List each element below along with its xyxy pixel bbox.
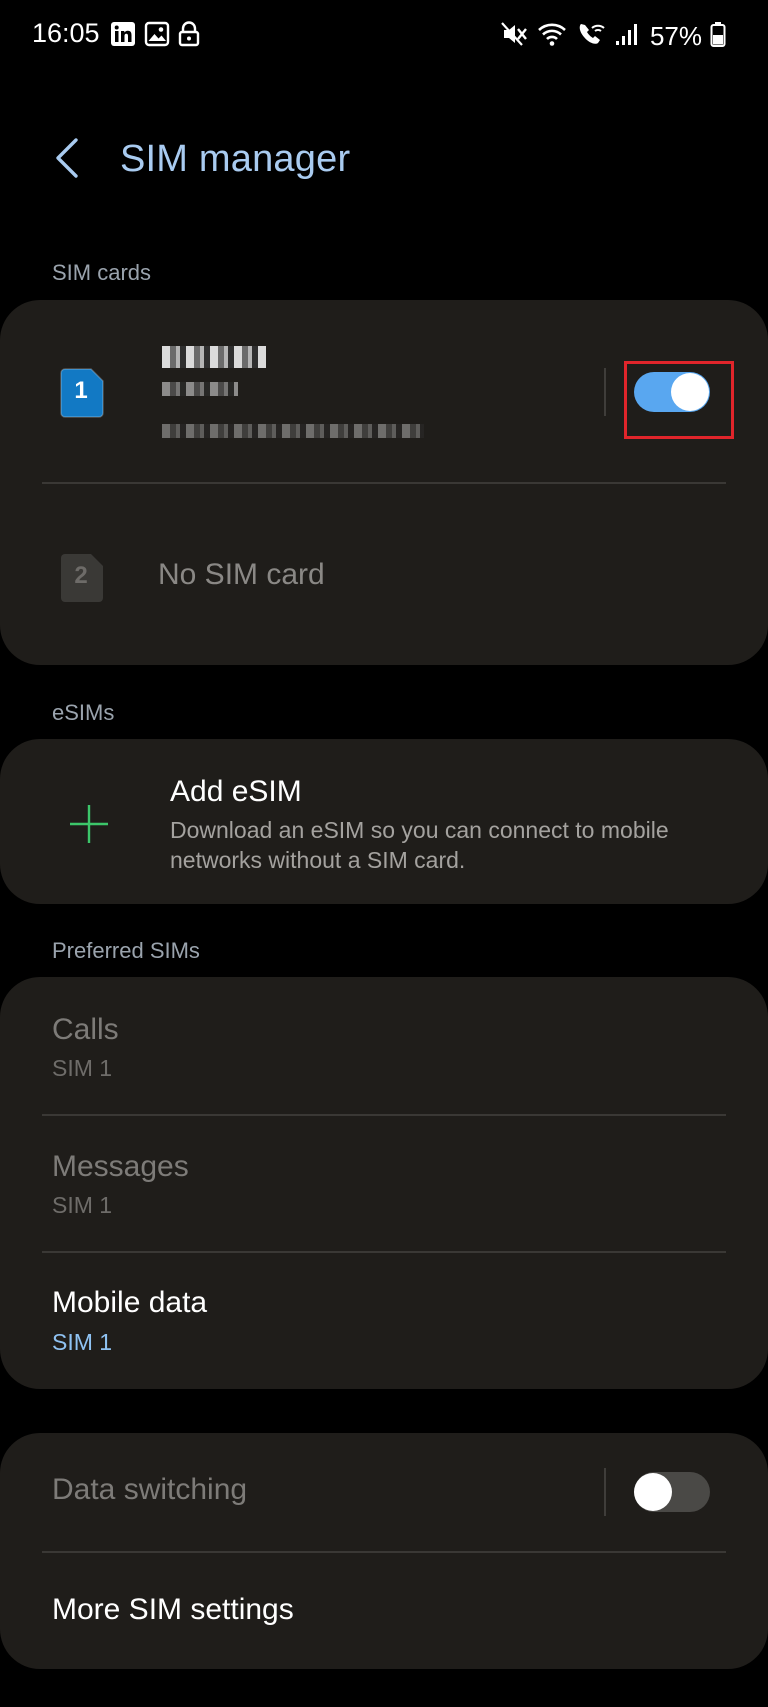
gallery-icon bbox=[144, 21, 170, 52]
signal-icon bbox=[614, 21, 640, 52]
data-switching-toggle[interactable] bbox=[634, 1472, 710, 1512]
mobile-data-title: Mobile data bbox=[52, 1286, 208, 1319]
add-esim-description-line1: Download an eSIM so you can connect to m… bbox=[170, 817, 669, 843]
sim2-badge-number: 2 bbox=[74, 562, 88, 589]
other-settings-card: Data switching More SIM settings bbox=[0, 1433, 768, 1669]
status-time: 16:05 bbox=[32, 18, 100, 48]
status-icons-right: 57% bbox=[500, 20, 726, 52]
more-sim-settings-title: More SIM settings bbox=[52, 1593, 294, 1626]
sim1-number-redacted bbox=[162, 424, 424, 438]
wifi-icon bbox=[536, 20, 568, 53]
mobile-data-value: SIM 1 bbox=[52, 1329, 113, 1355]
battery-percentage: 57% bbox=[649, 20, 702, 51]
sim2-badge-icon: 2 bbox=[59, 552, 103, 602]
plus-icon bbox=[68, 803, 110, 850]
lock-icon bbox=[178, 20, 200, 52]
messages-title: Messages bbox=[52, 1150, 189, 1183]
calls-title: Calls bbox=[52, 1013, 119, 1046]
section-header-esims: eSIMs bbox=[52, 700, 115, 725]
add-esim-title: Add eSIM bbox=[170, 775, 302, 808]
add-esim-description-line2: networks without a SIM card. bbox=[170, 847, 466, 873]
chevron-left-icon bbox=[52, 136, 82, 185]
sim2-label: No SIM card bbox=[158, 558, 325, 591]
data-switching-toggle-divider bbox=[604, 1468, 606, 1516]
mute-icon bbox=[500, 20, 528, 53]
section-header-preferred-sims: Preferred SIMs bbox=[52, 938, 200, 963]
status-icons-left bbox=[110, 20, 200, 52]
page-title: SIM manager bbox=[120, 138, 351, 180]
sim1-name-redacted bbox=[162, 346, 266, 368]
data-switching-toggle-knob bbox=[634, 1473, 672, 1511]
calls-value: SIM 1 bbox=[52, 1055, 113, 1081]
back-button[interactable] bbox=[42, 130, 92, 190]
esim-card: Add eSIM Download an eSIM so you can con… bbox=[0, 739, 768, 904]
status-bar: 16:05 57% bbox=[0, 0, 768, 72]
section-header-sim-cards: SIM cards bbox=[52, 260, 152, 285]
preferred-sims-card: Calls SIM 1 Messages SIM 1 Mobile data S… bbox=[0, 977, 768, 1389]
data-switching-title: Data switching bbox=[52, 1473, 248, 1506]
sim1-badge-number: 1 bbox=[74, 377, 88, 404]
sim1-badge-icon: 1 bbox=[59, 367, 104, 418]
messages-value: SIM 1 bbox=[52, 1192, 113, 1218]
sim1-toggle-knob bbox=[671, 373, 709, 411]
sim-cards-card: 1 2 No SIM card bbox=[0, 300, 768, 665]
sim2-row[interactable] bbox=[0, 484, 768, 644]
sim1-carrier-redacted bbox=[162, 382, 238, 396]
linkedin-icon bbox=[110, 21, 136, 52]
battery-icon bbox=[710, 21, 726, 52]
sim1-toggle[interactable] bbox=[634, 372, 710, 412]
mobile-data-row[interactable] bbox=[0, 1253, 768, 1389]
wifi-calling-icon bbox=[576, 20, 606, 53]
sim1-toggle-divider bbox=[604, 368, 606, 416]
